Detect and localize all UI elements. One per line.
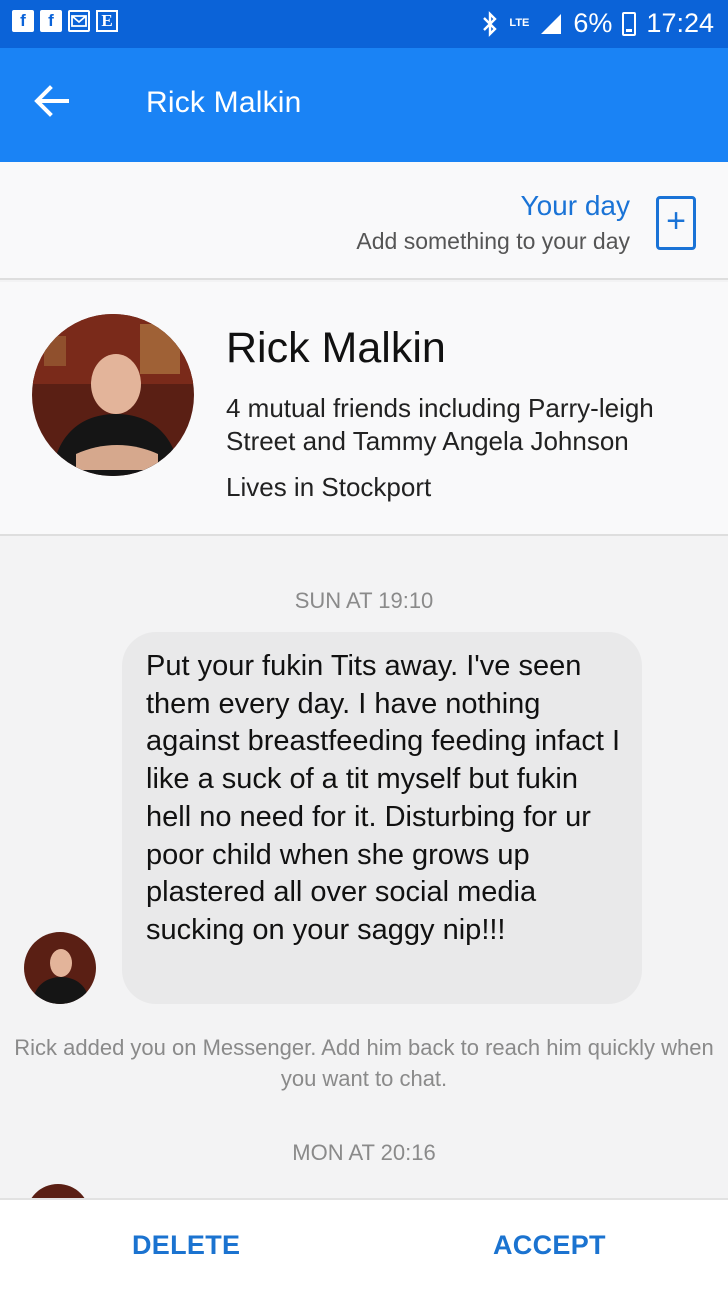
e-icon: E xyxy=(96,10,118,32)
lte-indicator: LTE xyxy=(509,17,530,29)
signal-icon xyxy=(541,13,562,34)
request-action-bar: DELETE ACCEPT xyxy=(0,1198,728,1294)
clock: 17:24 xyxy=(646,8,714,38)
profile-card: Rick Malkin 4 mutual friends including P… xyxy=(0,282,728,536)
timestamp: MON AT 20:16 xyxy=(292,1140,436,1165)
location: Lives in Stockport xyxy=(226,472,432,502)
delete-button[interactable]: DELETE xyxy=(132,1230,240,1261)
bluetooth-icon xyxy=(483,10,498,37)
your-day-title: Your day xyxy=(520,190,631,221)
back-button[interactable] xyxy=(24,74,78,128)
your-day-subtitle: Add something to your day xyxy=(356,228,630,254)
profile-name: Rick Malkin xyxy=(226,324,446,372)
added-notice: Rick added you on Messenger. Add him bac… xyxy=(14,1035,714,1091)
message-bubble[interactable]: Put your fukin Tits away. I've seen them… xyxy=(122,632,642,1004)
arrow-left-icon xyxy=(34,85,69,117)
your-day-section[interactable]: Your day Add something to your day + xyxy=(0,162,728,280)
notification-icons: f f E xyxy=(12,10,118,32)
status-bar: f f E LTE 6% 17:24 xyxy=(0,0,728,48)
battery-icon xyxy=(622,11,637,36)
avatar[interactable] xyxy=(24,932,96,1004)
battery-percent: 6% xyxy=(573,8,613,38)
plus-box-icon[interactable]: + xyxy=(656,196,696,250)
avatar[interactable] xyxy=(32,314,194,476)
app-bar: Rick Malkin xyxy=(0,48,728,162)
facebook-icon: f xyxy=(40,10,62,32)
status-indicators: LTE 6% 17:24 xyxy=(481,8,714,39)
mail-icon xyxy=(68,10,90,32)
messenger-screen: f f E LTE 6% 17:24 Rick Malkin Your day … xyxy=(0,0,728,1294)
mutual-friends: 4 mutual friends including Parry-leigh S… xyxy=(226,393,654,456)
facebook-icon: f xyxy=(12,10,34,32)
accept-button[interactable]: ACCEPT xyxy=(493,1230,606,1261)
timestamp: SUN AT 19:10 xyxy=(294,588,434,613)
conversation-title: Rick Malkin xyxy=(146,86,302,119)
